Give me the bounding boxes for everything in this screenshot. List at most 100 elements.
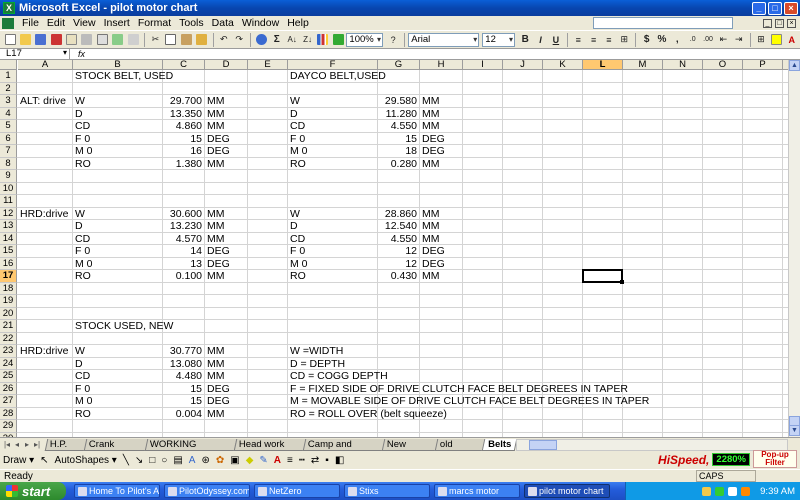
cell-d24[interactable]: MM (205, 358, 225, 370)
wordart-tool-icon[interactable]: A (189, 455, 196, 466)
cell-f24[interactable]: D = DEPTH (288, 358, 345, 370)
row-header-9[interactable]: 9 (0, 170, 17, 183)
cell-g8[interactable]: 0.280 (378, 158, 419, 170)
menu-format[interactable]: Format (134, 17, 175, 29)
permission-button[interactable] (49, 32, 63, 47)
cell-d27[interactable]: DEG (205, 395, 230, 407)
fill-color-draw-icon[interactable]: ◆ (246, 455, 254, 466)
column-header-l[interactable]: L (583, 60, 623, 70)
worksheet-grid[interactable]: ABCDEFGHIJKLMNOPQR1234567891011121314151… (0, 60, 800, 437)
taskbar-button[interactable]: Home To Pilot's And... (74, 484, 160, 498)
cell-h5[interactable]: MM (420, 120, 440, 132)
sheet-tab[interactable]: Belts (481, 438, 518, 451)
cell-d25[interactable]: MM (205, 370, 225, 382)
sheet-tab[interactable]: old motor (434, 438, 487, 461)
cell-h17[interactable]: MM (420, 270, 440, 282)
merge-center-button[interactable]: ⊞ (617, 32, 631, 47)
close-button[interactable]: × (784, 1, 798, 15)
rectangle-tool-icon[interactable]: □ (149, 455, 155, 466)
3d-style-icon[interactable]: ◧ (335, 455, 344, 466)
row-header-18[interactable]: 18 (0, 282, 17, 295)
new-button[interactable] (3, 32, 17, 47)
row-header-10[interactable]: 10 (0, 182, 17, 195)
sheet-tab[interactable]: Camp and Barrel (302, 438, 386, 461)
cell-b23[interactable]: W (73, 345, 85, 357)
cell-d5[interactable]: MM (205, 120, 225, 132)
open-button[interactable] (18, 32, 32, 47)
cell-d26[interactable]: DEG (205, 383, 230, 395)
cell-f7[interactable]: M 0 (288, 145, 308, 157)
cell-c26[interactable]: 15 (163, 383, 204, 395)
cell-c8[interactable]: 1.380 (163, 158, 204, 170)
popup-filter-button[interactable]: Pop-up Filter (753, 450, 797, 468)
cell-d8[interactable]: MM (205, 158, 225, 170)
row-header-8[interactable]: 8 (0, 157, 17, 170)
undo-button[interactable]: ↶ (217, 32, 231, 47)
column-header-c[interactable]: C (163, 60, 205, 70)
sort-descending-button[interactable]: Z↓ (300, 32, 314, 47)
hispeed-widget[interactable]: HiSpeed, 2280% (658, 452, 750, 467)
cell-c27[interactable]: 15 (163, 395, 204, 407)
cell-g4[interactable]: 11.280 (378, 108, 419, 120)
align-right-button[interactable]: ≡ (602, 32, 616, 47)
row-header-2[interactable]: 2 (0, 82, 17, 95)
column-header-n[interactable]: N (663, 60, 703, 70)
cell-c4[interactable]: 13.350 (163, 108, 204, 120)
cell-f13[interactable]: D (288, 220, 298, 232)
hyperlink-button[interactable] (254, 32, 268, 47)
menu-file[interactable]: File (18, 17, 43, 29)
cell-g17[interactable]: 0.430 (378, 270, 419, 282)
font-color-button[interactable]: A (785, 32, 799, 47)
start-button[interactable]: start (0, 482, 66, 500)
menu-insert[interactable]: Insert (100, 17, 134, 29)
row-header-17[interactable]: 17 (0, 270, 17, 283)
cell-d7[interactable]: DEG (205, 145, 230, 157)
font-size-select[interactable]: 12 (482, 32, 515, 47)
align-left-button[interactable]: ≡ (571, 32, 585, 47)
oval-tool-icon[interactable]: ○ (161, 455, 167, 466)
sheet-tab[interactable]: Crank speed (84, 438, 150, 461)
cell-c23[interactable]: 30.770 (163, 345, 204, 357)
research-button[interactable] (126, 32, 140, 47)
cell-g6[interactable]: 15 (378, 133, 419, 145)
cell-b7[interactable]: M 0 (73, 145, 93, 157)
cell-b15[interactable]: F 0 (73, 245, 90, 257)
cell-c3[interactable]: 29.700 (163, 95, 204, 107)
cell-h13[interactable]: MM (420, 220, 440, 232)
cell-d16[interactable]: DEG (205, 258, 230, 270)
row-header-19[interactable]: 19 (0, 295, 17, 308)
horizontal-scroll-thumb[interactable] (529, 439, 558, 450)
cell-f28[interactable]: RO = ROLL OVER (belt squeeze) (288, 408, 447, 420)
row-header-15[interactable]: 15 (0, 245, 17, 258)
column-header-h[interactable]: H (420, 60, 463, 70)
column-header-k[interactable]: K (543, 60, 583, 70)
doc-close-button[interactable]: × (787, 18, 796, 28)
row-header-20[interactable]: 20 (0, 307, 17, 320)
row-header-16[interactable]: 16 (0, 257, 17, 270)
column-header-d[interactable]: D (205, 60, 248, 70)
cell-c24[interactable]: 13.080 (163, 358, 204, 370)
cell-h16[interactable]: DEG (420, 258, 445, 270)
cell-c17[interactable]: 0.100 (163, 270, 204, 282)
cell-g16[interactable]: 12 (378, 258, 419, 270)
spelling-button[interactable] (111, 32, 125, 47)
row-header-29[interactable]: 29 (0, 420, 17, 433)
cell-a23[interactable]: HRD:drive (18, 345, 68, 357)
cell-h8[interactable]: MM (420, 158, 440, 170)
picture-tool-icon[interactable]: ▣ (230, 455, 239, 466)
last-sheet-icon[interactable]: ▸| (32, 440, 42, 449)
cut-button[interactable]: ✂ (148, 32, 162, 47)
row-header-11[interactable]: 11 (0, 195, 17, 208)
menu-edit[interactable]: Edit (43, 17, 69, 29)
column-header-g[interactable]: G (378, 60, 420, 70)
column-header-f[interactable]: F (288, 60, 378, 70)
sheet-tab[interactable]: New Motor (381, 438, 440, 461)
decrease-decimal-button[interactable]: .00 (701, 32, 715, 47)
excel-app-icon[interactable]: X (3, 2, 15, 14)
minimize-button[interactable]: _ (752, 1, 766, 15)
cell-f23[interactable]: W =WIDTH (288, 345, 343, 357)
row-header-13[interactable]: 13 (0, 220, 17, 233)
row-header-14[interactable]: 14 (0, 232, 17, 245)
format-painter-button[interactable] (194, 32, 208, 47)
doc-restore-button[interactable]: □ (775, 18, 784, 28)
